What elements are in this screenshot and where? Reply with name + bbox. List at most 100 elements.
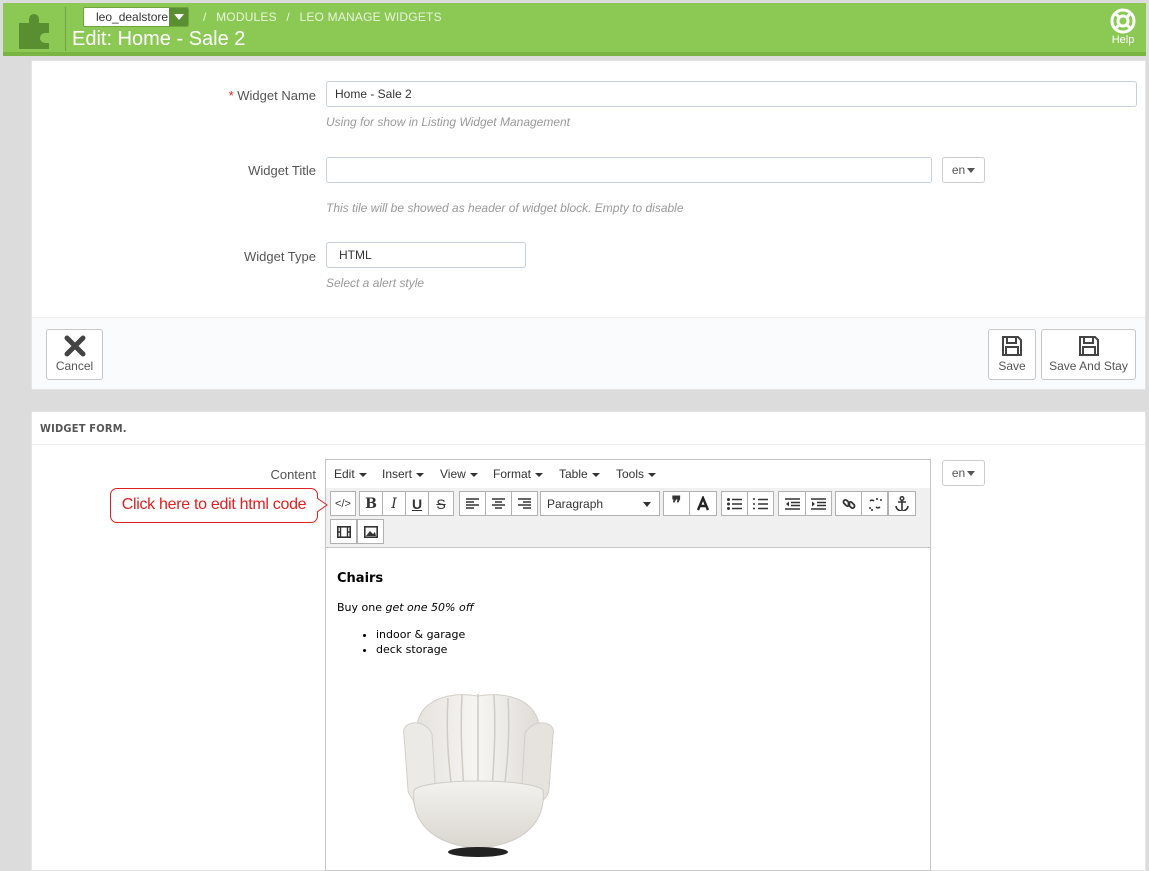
breadcrumb-sep: / (286, 10, 290, 24)
cancel-label: Cancel (55, 359, 94, 373)
editor-toolbar: </> B I U S Paragraph ❞ (326, 488, 930, 548)
widget-type-select[interactable]: HTML (326, 242, 526, 268)
form-footer: Cancel Save Save And Stay (32, 317, 1145, 389)
save-and-stay-button[interactable]: Save And Stay (1041, 329, 1136, 380)
caret-down-icon (591, 472, 600, 477)
bullet-list-button[interactable] (721, 491, 748, 516)
help-button[interactable]: Help (1108, 8, 1138, 46)
caret-down-icon (469, 472, 478, 477)
caret-down-icon (967, 168, 976, 174)
bold-button[interactable]: B (359, 491, 383, 516)
puzzle-logo-icon (19, 14, 49, 49)
content-heading: Chairs (337, 571, 384, 586)
caret-down-icon (648, 472, 657, 477)
numbered-list-button[interactable] (747, 491, 774, 516)
shop-selector[interactable]: leo_dealstore (83, 7, 189, 27)
menu-format-label: Format (493, 467, 532, 481)
menu-table-label: Table (559, 467, 588, 481)
align-left-icon (466, 498, 479, 509)
source-code-callout: Click here to edit html code (110, 488, 318, 523)
editor-menubar: Edit Insert View Format Table Tools (326, 460, 930, 488)
widget-type-label: Widget Type (243, 249, 316, 264)
menu-edit-label: Edit (334, 467, 355, 481)
caret-down-icon (643, 502, 651, 507)
menu-edit[interactable]: Edit (334, 467, 367, 481)
underline-button[interactable]: U (405, 491, 429, 516)
insert-video-button[interactable] (330, 519, 357, 544)
save-label: Save (998, 359, 1026, 373)
close-icon (64, 335, 85, 357)
breadcrumb-modules[interactable]: MODULES (216, 10, 277, 24)
menu-format[interactable]: Format (493, 467, 544, 481)
menu-view[interactable]: View (440, 467, 478, 481)
strikethrough-button[interactable]: S (428, 491, 454, 516)
align-center-icon (492, 498, 505, 509)
align-left-button[interactable] (459, 491, 486, 516)
insert-image-button[interactable] (357, 519, 384, 544)
block-format-value: Paragraph (547, 496, 604, 511)
film-icon (336, 525, 351, 538)
editor-content-area[interactable]: Chairs Buy one get one 50% off indoor & … (326, 548, 930, 870)
breadcrumb: / MODULES / LEO MANAGE WIDGETS (203, 10, 448, 24)
menu-table[interactable]: Table (559, 467, 600, 481)
insert-link-button[interactable] (835, 491, 862, 516)
list-item: indoor & garage (376, 627, 465, 642)
language-code: en (951, 466, 966, 480)
source-code-button[interactable]: </> (330, 491, 356, 516)
cancel-button[interactable]: Cancel (46, 329, 103, 380)
align-center-button[interactable] (485, 491, 512, 516)
header-divider (65, 7, 66, 51)
content-list: indoor & garage deck storage (376, 627, 465, 657)
caret-down-icon (967, 471, 976, 477)
required-mark: * (228, 88, 234, 103)
widget-name-label: * Widget Name (32, 88, 316, 103)
italic-button[interactable]: I (382, 491, 406, 516)
save-and-stay-label: Save And Stay (1049, 359, 1128, 373)
outdent-button[interactable] (778, 491, 806, 516)
bullet-list-icon (727, 497, 742, 510)
save-icon (1002, 336, 1022, 356)
help-label: Help (1111, 34, 1135, 46)
anchor-button[interactable] (888, 491, 916, 516)
content-paragraph-emphasis: get one 50% off (385, 601, 474, 614)
align-right-button[interactable] (511, 491, 538, 516)
list-item: deck storage (376, 642, 465, 657)
unlink-icon (868, 497, 882, 511)
blockquote-button[interactable]: ❞ (663, 491, 690, 516)
content-label: Content (270, 467, 316, 482)
indent-button[interactable] (805, 491, 832, 516)
text-color-button[interactable] (689, 491, 717, 516)
page-title: Edit: Home - Sale 2 (72, 28, 246, 50)
widget-title-language-button[interactable]: en (942, 157, 985, 183)
link-icon (842, 498, 855, 509)
content-language-button[interactable]: en (942, 460, 985, 486)
menu-view-label: View (440, 467, 466, 481)
save-button[interactable]: Save (988, 329, 1036, 380)
widget-form-heading: WIDGET FORM. (32, 412, 1145, 445)
breadcrumb-leo-manage-widgets[interactable]: LEO MANAGE WIDGETS (299, 10, 441, 24)
chevron-down-icon[interactable] (169, 8, 188, 26)
save-icon (1078, 336, 1099, 356)
shop-selector-value: leo_dealstore (96, 10, 169, 24)
widget-title-input[interactable] (326, 157, 932, 183)
indent-icon (811, 497, 826, 510)
align-right-icon (518, 498, 531, 509)
remove-link-button[interactable] (861, 491, 888, 516)
widget-title-help: This tile will be showed as header of wi… (326, 201, 684, 215)
content-paragraph-text: Buy one (337, 601, 386, 614)
menu-tools[interactable]: Tools (616, 467, 657, 481)
caret-down-icon (535, 472, 544, 477)
block-format-select[interactable]: Paragraph (540, 491, 660, 516)
callout-pointer-icon (316, 497, 328, 513)
menu-insert[interactable]: Insert (382, 467, 425, 481)
widget-name-input[interactable]: Home - Sale 2 (326, 81, 1137, 107)
widget-title-label: Widget Title (248, 163, 316, 178)
numbered-list-icon (753, 497, 768, 509)
top-header: leo_dealstore / MODULES / LEO MANAGE WID… (3, 3, 1146, 56)
rich-text-editor: Edit Insert View Format Table Tools </> … (325, 459, 931, 871)
widget-name-help: Using for show in Listing Widget Managem… (326, 115, 571, 129)
menu-tools-label: Tools (616, 467, 645, 481)
image-icon (363, 525, 378, 538)
content-paragraph: Buy one get one 50% off (337, 601, 474, 614)
menu-insert-label: Insert (382, 467, 413, 481)
